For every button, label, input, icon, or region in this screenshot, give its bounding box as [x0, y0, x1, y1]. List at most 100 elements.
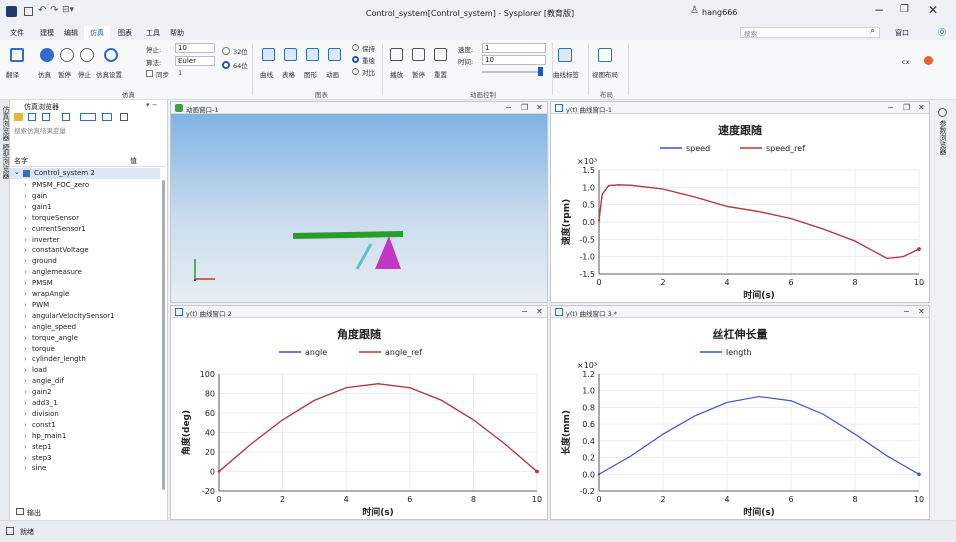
tree-expand-icon[interactable]: ›: [24, 443, 27, 451]
anim-pause-icon[interactable]: [412, 48, 425, 61]
tree-expand-icon[interactable]: ›: [24, 345, 27, 353]
variable-icon[interactable]: [102, 113, 112, 121]
tree-expand-icon[interactable]: ›: [24, 464, 27, 472]
speed-select[interactable]: 1: [482, 43, 546, 53]
play-button[interactable]: 播放: [390, 69, 403, 79]
tree-item[interactable]: angle_speed: [32, 323, 76, 331]
chart-2-plot[interactable]: angle angle_ref-200204060801000 2 4 6 8 10时间(s…: [171, 342, 547, 519]
tree-expand-icon[interactable]: ›: [24, 192, 27, 200]
chart-3-plot[interactable]: length ×10³ -0.2 0.0 0.2 0.4 0.6 0.8 1.0 1.2 0 2 4 6 8…: [551, 342, 929, 519]
tree-item[interactable]: anglemeasure: [32, 268, 82, 276]
tree-expand-icon[interactable]: ›: [24, 432, 27, 440]
tree-item[interactable]: PWM: [32, 301, 49, 309]
menu-help[interactable]: 帮助: [170, 28, 184, 38]
time-slider[interactable]: [482, 71, 542, 73]
redo-icon[interactable]: ↷: [50, 5, 58, 16]
menu-tools[interactable]: 工具: [146, 28, 160, 38]
tree-item[interactable]: PMSM: [32, 279, 53, 287]
time-slider-handle[interactable]: [538, 67, 543, 76]
output-tab[interactable]: 输出: [27, 508, 41, 518]
window-restore-button[interactable]: ❐: [521, 103, 528, 112]
animation-button[interactable]: 动画: [326, 69, 339, 79]
tree-item[interactable]: wrapAngle: [32, 290, 69, 298]
menu-file[interactable]: 文件: [10, 28, 24, 38]
curve-label-icon[interactable]: [558, 48, 572, 62]
tree-expand-icon[interactable]: ›: [24, 268, 27, 276]
overlay-radio[interactable]: [352, 56, 359, 63]
tree-item[interactable]: sine: [32, 464, 46, 472]
tree-expand-icon[interactable]: ›: [24, 301, 27, 309]
pause-button[interactable]: 暂停: [58, 69, 71, 79]
window-minimize-button[interactable]: −: [903, 307, 910, 316]
tree-expand-icon[interactable]: ›: [24, 323, 27, 331]
user-icon[interactable]: ♙: [690, 5, 699, 16]
search-input[interactable]: 搜索: [740, 27, 880, 38]
tree-expand-icon[interactable]: ›: [24, 410, 27, 418]
tree-item[interactable]: cylinder_length: [32, 355, 86, 363]
maximize-button[interactable]: ❐: [900, 4, 909, 15]
tree-item[interactable]: const1: [32, 421, 55, 429]
tree-item[interactable]: torque: [32, 345, 55, 353]
graphic-icon[interactable]: [306, 48, 319, 61]
tree-expand-icon[interactable]: ›: [24, 236, 27, 244]
play-icon[interactable]: [390, 48, 403, 61]
tree-item[interactable]: angularVelocitySensor1: [32, 312, 115, 320]
tree-root[interactable]: Control_system 2: [34, 169, 95, 177]
tree-item[interactable]: add3_1: [32, 399, 58, 407]
tree-expand-icon[interactable]: ›: [24, 225, 27, 233]
stop-icon[interactable]: [80, 48, 94, 62]
tree-scrollbar[interactable]: [162, 180, 165, 490]
tree-item[interactable]: gain1: [32, 203, 52, 211]
export-icon[interactable]: [42, 113, 50, 121]
compare-radio[interactable]: [352, 68, 359, 75]
pause-icon[interactable]: [60, 48, 74, 62]
close-button[interactable]: ✕: [928, 3, 938, 17]
algorithm-select[interactable]: Euler: [175, 56, 215, 66]
user-name[interactable]: hang666: [702, 8, 737, 17]
tree-expand-icon[interactable]: ›: [24, 257, 27, 265]
tree-expand-icon[interactable]: ›: [24, 181, 27, 189]
curve-label-button[interactable]: 曲线标签: [553, 69, 579, 79]
tree-expand-icon[interactable]: ›: [24, 246, 27, 254]
window-minimize-button[interactable]: −: [521, 307, 528, 316]
bits64-radio[interactable]: [222, 61, 230, 69]
tree-expand-icon[interactable]: ›: [24, 279, 27, 287]
window-close-button[interactable]: ✕: [536, 103, 543, 112]
tree-expand-icon[interactable]: ›: [24, 366, 27, 374]
tree-expand-icon[interactable]: ›: [24, 355, 27, 363]
search-icon[interactable]: ⌕: [870, 26, 875, 36]
simulate-button[interactable]: 仿真: [38, 69, 51, 79]
sim-settings-button[interactable]: 仿真设置: [96, 69, 122, 79]
chart-1-plot[interactable]: speed speed_ref ×10³ -1.5 -1.0 -0.5 0.0 0.5 1.0 1…: [551, 138, 929, 302]
tree-item[interactable]: angle_dif: [32, 377, 64, 385]
undo-icon[interactable]: ↶: [38, 5, 46, 16]
tree-expand-icon[interactable]: ›: [24, 334, 27, 342]
reset-button[interactable]: 重置: [434, 69, 447, 79]
tree-expand-icon[interactable]: ›: [24, 377, 27, 385]
tree-item[interactable]: inverter: [32, 236, 60, 244]
folder-icon[interactable]: [14, 113, 23, 121]
window-restore-button[interactable]: ❐: [903, 103, 910, 112]
table-icon[interactable]: [284, 48, 297, 61]
anim-pause-button[interactable]: 暂停: [412, 69, 425, 79]
collapse-icon[interactable]: [120, 113, 128, 121]
tree-item[interactable]: torque_angle: [32, 334, 78, 342]
sim-settings-icon[interactable]: [104, 48, 118, 62]
tree-expand-icon[interactable]: ›: [24, 312, 27, 320]
save-result-icon[interactable]: [28, 113, 36, 121]
tree-item[interactable]: gain2: [32, 388, 52, 396]
param-browser-icon[interactable]: [938, 108, 947, 117]
tree-item[interactable]: constantVoltage: [32, 246, 89, 254]
quick-access-icon[interactable]: ⊟▾: [62, 5, 74, 15]
value-column-header[interactable]: 值: [130, 156, 137, 166]
plugin-icon[interactable]: [924, 56, 933, 65]
name-column-header[interactable]: 名字: [14, 156, 28, 166]
bits32-radio[interactable]: [222, 47, 230, 55]
tree-expand-icon[interactable]: ›: [24, 203, 27, 211]
param-browser-tab[interactable]: 参数浏览器: [938, 120, 948, 155]
tree-expand-icon[interactable]: ›: [24, 421, 27, 429]
tree-item[interactable]: load: [32, 366, 47, 374]
window-minimize-button[interactable]: −: [887, 103, 894, 112]
animation-viewport[interactable]: [171, 114, 547, 302]
tree-expand-icon[interactable]: ›: [24, 388, 27, 396]
